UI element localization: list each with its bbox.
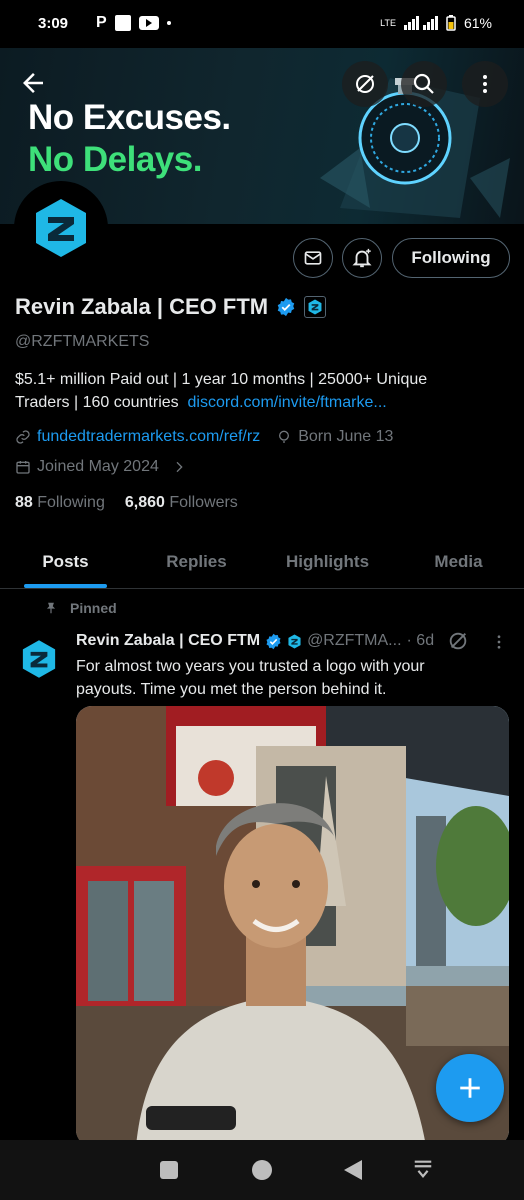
tab-media[interactable]: Media [393, 540, 524, 588]
recent-apps-icon[interactable] [160, 1161, 178, 1179]
message-button[interactable] [293, 238, 333, 278]
mail-icon [304, 251, 322, 265]
post-header: Revin Zabala | CEO FTM @RZFTMA... · 6d [76, 632, 434, 650]
birthday-text: Born June 13 [298, 428, 394, 445]
following-button[interactable]: Following [392, 238, 510, 278]
status-bar: 3:09 P LTE 61% [0, 0, 524, 48]
profile-avatar[interactable] [14, 181, 108, 275]
more-vertical-icon [497, 635, 501, 649]
verified-badge-icon[interactable] [276, 297, 296, 317]
pinned-label-row: Pinned [44, 600, 117, 616]
plus-icon [460, 1078, 480, 1098]
lte-signal-icon: LTE [380, 17, 396, 28]
profile-meta-row-2[interactable]: Joined May 2024 [15, 458, 187, 476]
grok-icon [356, 75, 374, 93]
battery-percent: 61% [463, 15, 492, 31]
search-icon [413, 73, 434, 94]
chevron-right-icon [176, 461, 183, 473]
grok-button[interactable] [342, 61, 388, 107]
post-more-button[interactable] [490, 632, 508, 657]
location-pin-icon [279, 430, 290, 443]
tab-highlights[interactable]: Highlights [262, 540, 393, 588]
more-vertical-icon [483, 75, 487, 93]
bio-discord-link[interactable]: discord.com/invite/ftmarke... [188, 394, 387, 411]
home-icon[interactable] [252, 1160, 272, 1180]
status-right: LTE 61% [380, 15, 492, 31]
pinned-label: Pinned [70, 600, 117, 616]
youtube-icon [138, 16, 159, 30]
status-time: 3:09 [38, 15, 69, 32]
follow-counts: 88 Following 6,860 Followers [15, 494, 238, 512]
post-time: · 6d [406, 632, 435, 649]
search-button[interactable] [401, 61, 447, 107]
profile-handle: @RZFTMARKETS [15, 333, 150, 350]
pin-icon [46, 602, 56, 614]
more-options-button[interactable] [462, 61, 508, 107]
profile-tabs: Posts Replies Highlights Media [0, 540, 524, 589]
grok-icon [449, 632, 467, 650]
notification-icons: P [96, 14, 171, 32]
profile-bio: $5.1+ million Paid out | 1 year 10 month… [15, 368, 485, 414]
banner-line-1: No Excuses. [28, 98, 231, 137]
back-nav-icon[interactable] [344, 1160, 362, 1180]
tab-replies[interactable]: Replies [131, 540, 262, 588]
calendar-icon [16, 461, 30, 474]
back-button[interactable] [18, 68, 48, 103]
post-author-handle: @RZFTMA... [307, 632, 402, 649]
notifications-button[interactable] [342, 238, 382, 278]
profile-name: Revin Zabala | CEO FTM [15, 294, 269, 319]
signal-icon [403, 16, 438, 30]
tab-posts[interactable]: Posts [0, 540, 131, 588]
ftm-logo-icon [36, 199, 86, 257]
bell-plus-icon [352, 248, 372, 268]
battery-icon [446, 15, 456, 31]
app-square-icon [114, 15, 131, 31]
post-text: For almost two years you trusted a logo … [76, 658, 425, 698]
verified-badge-icon [266, 633, 281, 649]
website-link[interactable]: fundedtradermarkets.com/ref/rz [37, 428, 260, 446]
ftm-logo-icon [22, 640, 56, 678]
dot-icon [166, 21, 171, 25]
compose-button[interactable] [436, 1054, 504, 1122]
affiliate-badge-icon [288, 633, 301, 649]
keyboard-hide-icon[interactable] [412, 1158, 434, 1180]
post-author-avatar[interactable] [14, 634, 64, 684]
system-nav-bar [0, 1140, 524, 1200]
pinterest-icon: P [96, 14, 107, 31]
post-author-name[interactable]: Revin Zabala | CEO FTM [76, 632, 260, 650]
arrow-left-icon [23, 73, 43, 93]
affiliate-badge-icon[interactable] [304, 296, 327, 318]
followers-count-link[interactable]: 6,860 Followers [125, 494, 238, 512]
following-count-link[interactable]: 88 Following [15, 494, 105, 512]
link-icon [16, 430, 30, 444]
banner-line-2: No Delays. [28, 140, 202, 179]
post-grok-button[interactable] [447, 630, 469, 657]
profile-name-row: Revin Zabala | CEO FTM [15, 294, 327, 320]
profile-meta-row-1: fundedtradermarkets.com/ref/rz Born June… [15, 428, 393, 446]
joined-text: Joined May 2024 [37, 458, 159, 475]
